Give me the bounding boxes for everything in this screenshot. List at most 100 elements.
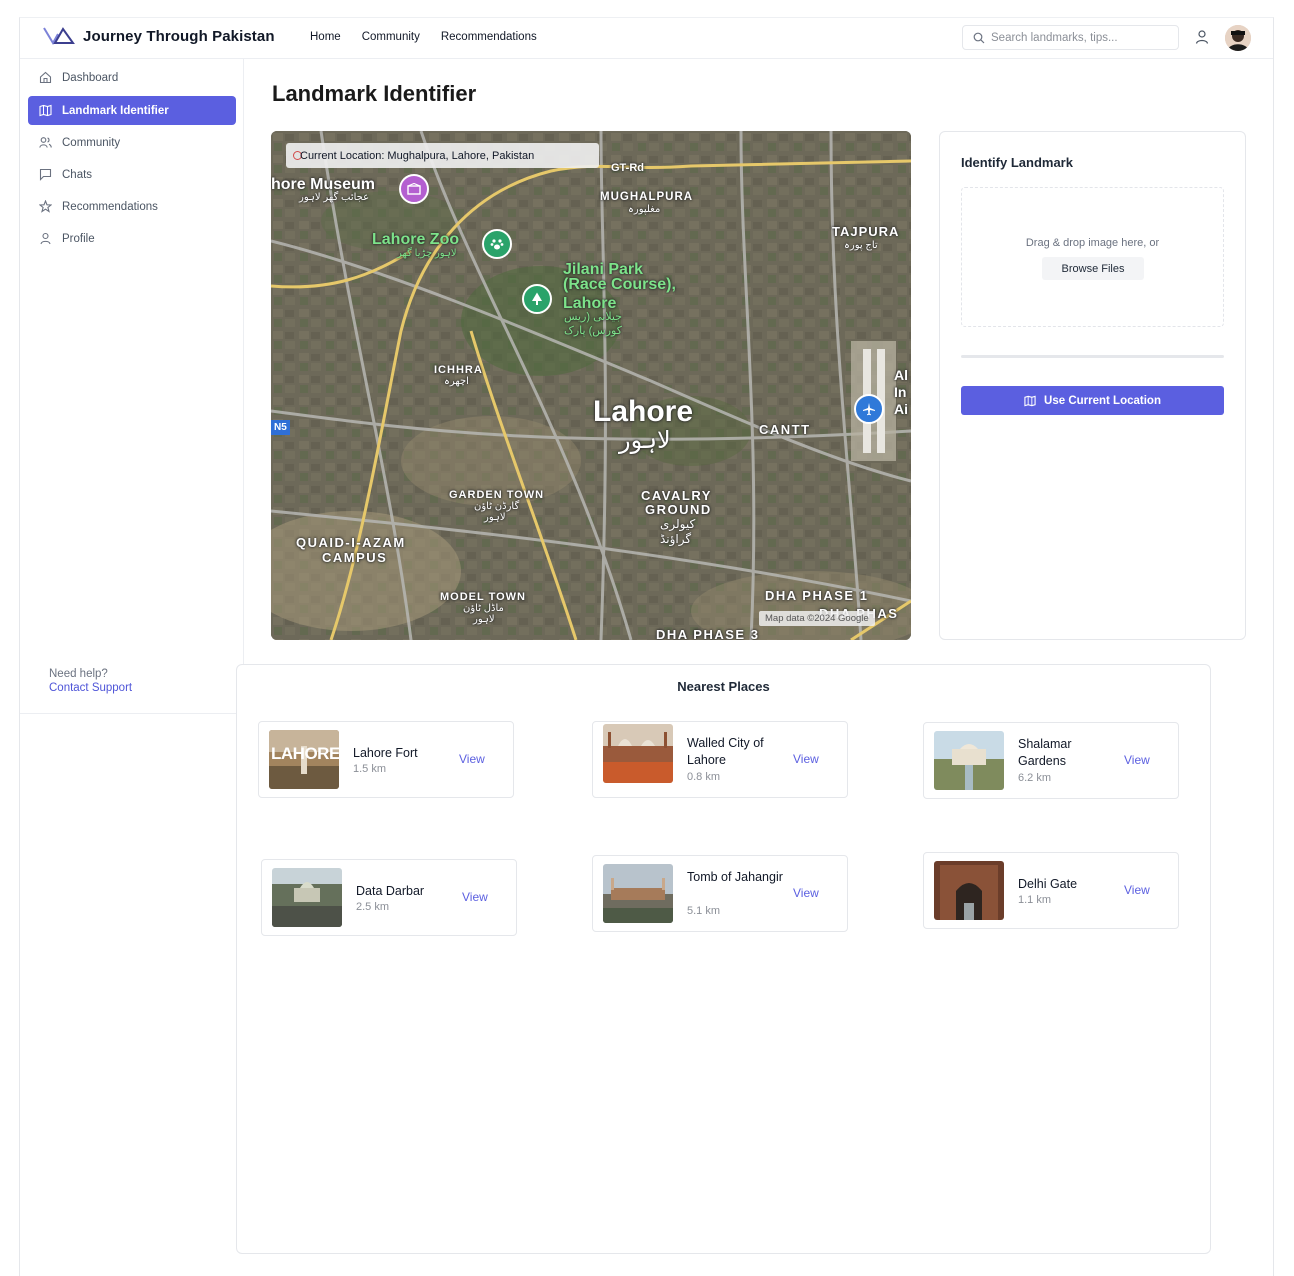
place-distance: 1.1 km	[1018, 894, 1052, 906]
place-name: Shalamar Gardens	[1018, 737, 1072, 768]
avatar-image	[1225, 25, 1251, 51]
highway-shield: N5	[271, 420, 290, 435]
page-title: Landmark Identifier	[272, 81, 477, 106]
help-label: Need help?	[49, 668, 108, 680]
place-card[interactable]: Tomb of Jahangir 5.1 km View	[592, 855, 848, 932]
map-label: گراؤنڈ	[660, 532, 692, 546]
place-thumbnail	[934, 861, 1004, 920]
sidebar-item-label: Recommendations	[62, 200, 158, 213]
place-thumbnail	[272, 868, 342, 927]
map-label: TAJPURA	[832, 224, 900, 239]
view-place-link[interactable]: View	[1124, 753, 1150, 767]
view-place-link[interactable]: View	[459, 752, 485, 766]
nav-link-home[interactable]: Home	[310, 31, 341, 43]
map-credit: Map data ©2024 Google	[759, 611, 875, 626]
contact-support-link[interactable]: Contact Support	[49, 682, 132, 694]
view-place-link[interactable]: View	[793, 886, 819, 900]
dropzone-text: Drag & drop image here, or	[1025, 237, 1160, 249]
user-icon[interactable]	[1194, 29, 1210, 45]
zoo-marker-icon[interactable]	[482, 229, 512, 259]
place-name: Data Darbar	[356, 884, 425, 898]
user-icon	[40, 232, 51, 245]
top-navbar: Journey Through Pakistan Home Community …	[20, 18, 1273, 59]
map-label: جیلانی (ریس	[564, 311, 623, 323]
use-current-location-label: Use Current Location	[1044, 394, 1161, 407]
place-thumbnail	[603, 864, 673, 923]
view-place-link[interactable]: View	[793, 752, 819, 766]
sidebar-item-profile[interactable]: Profile	[28, 224, 236, 253]
place-card[interactable]: Walled City of Lahore 0.8 km View	[592, 721, 848, 798]
users-icon	[39, 137, 52, 148]
map-label: GT-Rd	[611, 162, 644, 174]
current-location-pill: Current Location: Mughalpura, Lahore, Pa…	[286, 143, 599, 168]
place-name: Delhi Gate	[1018, 877, 1078, 891]
sidebar-item-label: Community	[62, 136, 121, 149]
map-label: ماڈل ٹاؤن	[463, 603, 504, 614]
app-title: Journey Through Pakistan	[83, 27, 275, 45]
map-label: گارڈن ٹاؤن	[474, 501, 520, 512]
star-icon	[39, 200, 52, 213]
map-label: کیولری	[660, 517, 696, 531]
sidebar-item-label: Profile	[62, 232, 95, 245]
map-label: In	[894, 384, 907, 400]
map-label: لاہور	[484, 512, 506, 523]
map-label: QUAID-I-AZAM	[296, 535, 406, 550]
map-label: Al	[894, 367, 908, 383]
upload-progress-bar	[961, 355, 1224, 358]
browse-files-button[interactable]: Browse Files	[1042, 257, 1144, 280]
place-card[interactable]: Data Darbar 2.5 km View	[261, 859, 517, 936]
map-label: عجائب گھر لاہور	[299, 192, 370, 203]
sidebar-item-label: Landmark Identifier	[62, 104, 169, 117]
thumbnail-text: LAHORE	[271, 744, 339, 763]
place-name: Tomb of Jahangir	[687, 870, 783, 884]
brand-logo-icon	[43, 27, 75, 45]
nearest-places-title: Nearest Places	[677, 679, 770, 694]
sidebar-item-chats[interactable]: Chats	[28, 160, 236, 189]
map-label: CAMPUS	[322, 550, 388, 565]
map-label: MUGHALPURA	[600, 191, 694, 203]
current-location-text: Current Location: Mughalpura, Lahore, Pa…	[300, 149, 535, 162]
map-label: GROUND	[645, 502, 712, 517]
map-label: hore Museum	[271, 176, 376, 193]
map-city-label-urdu: لاہور	[619, 427, 671, 454]
nav-link-recommendations[interactable]: Recommendations	[441, 31, 537, 43]
view-place-link[interactable]: View	[462, 890, 488, 904]
map-label: لاہور چڑیا گھر	[397, 248, 457, 259]
sidebar-item-dashboard[interactable]: Dashboard	[28, 63, 236, 92]
help-section: Need help? Contact Support	[49, 668, 132, 694]
map-icon	[1024, 395, 1036, 406]
sidebar-item-landmark-identifier[interactable]: Landmark Identifier	[28, 96, 236, 125]
nav-links: Home Community Recommendations	[310, 31, 537, 43]
park-marker-icon[interactable]	[522, 284, 552, 314]
sidebar: Dashboard Landmark Identifier Community …	[20, 59, 244, 714]
museum-marker-icon[interactable]	[399, 174, 429, 204]
map-label: MODEL TOWN	[440, 591, 526, 603]
map-label: اچھرہ	[444, 376, 469, 387]
nearest-places-panel: Nearest Places LAHORE Lahore Fort 1.5 km…	[236, 664, 1211, 1254]
map-label: CANTT	[759, 422, 811, 437]
map-label: Lahore Zoo	[372, 231, 460, 248]
place-distance: 1.5 km	[353, 763, 387, 775]
map-view[interactable]: Current Location: Mughalpura, Lahore, Pa…	[271, 131, 911, 640]
map-label: DHA PHASE 3	[656, 627, 760, 640]
search-input[interactable]	[991, 31, 1171, 44]
place-card[interactable]: Shalamar Gardens 6.2 km View	[923, 722, 1179, 799]
view-place-link[interactable]: View	[1124, 883, 1150, 897]
place-distance: 5.1 km	[687, 905, 721, 917]
chat-icon	[39, 168, 52, 181]
airport-marker-icon[interactable]	[854, 394, 884, 424]
sidebar-item-recommendations[interactable]: Recommendations	[28, 192, 236, 221]
sidebar-item-community[interactable]: Community	[28, 128, 236, 157]
identify-title: Identify Landmark	[961, 155, 1073, 170]
avatar[interactable]	[1225, 25, 1251, 51]
nav-link-community[interactable]: Community	[362, 31, 420, 43]
use-current-location-button[interactable]: Use Current Location	[961, 386, 1224, 415]
place-thumbnail: LAHORE	[269, 730, 339, 789]
map-label: کورس) پارک	[564, 325, 622, 337]
place-card[interactable]: LAHORE Lahore Fort 1.5 km View	[258, 721, 514, 798]
place-card[interactable]: Delhi Gate 1.1 km View	[923, 852, 1179, 929]
image-dropzone[interactable]: Drag & drop image here, or Browse Files	[961, 187, 1224, 327]
search-icon	[973, 32, 985, 43]
place-name: Lahore Fort	[353, 746, 418, 760]
brand[interactable]: Journey Through Pakistan	[43, 26, 275, 46]
